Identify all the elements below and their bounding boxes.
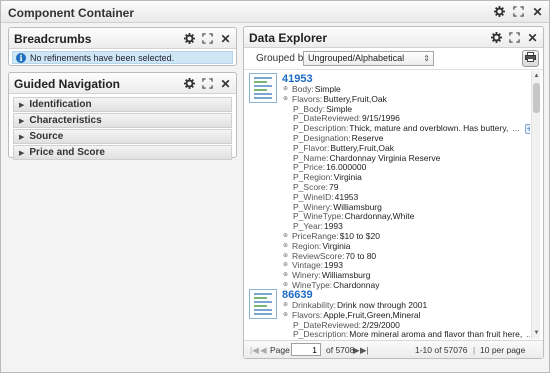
- pin-icon[interactable]: ⊕: [282, 312, 289, 319]
- select-arrow-icon: ⇕: [423, 54, 430, 63]
- data-explorer-title: Data Explorer: [249, 31, 328, 45]
- maximize-icon[interactable]: [200, 76, 215, 91]
- gear-icon[interactable]: [182, 76, 197, 91]
- pin-icon[interactable]: ⊕: [282, 96, 289, 103]
- guided-navigation-header: Guided Navigation ✕: [9, 73, 236, 94]
- data-explorer-toolbar: Grouped by: Ungrouped/Alphabetical ⇕: [244, 48, 543, 70]
- attribute-value: Chardonnay,White: [344, 211, 415, 222]
- grouped-by-value: Ungrouped/Alphabetical: [308, 53, 405, 63]
- guided-navigation-list: ▶ Identification ▶ Characteristics ▶ Sou…: [13, 97, 232, 161]
- printer-icon: [525, 52, 536, 65]
- breadcrumbs-portlet: Breadcrumbs ✕ i No refinements have been…: [8, 27, 237, 66]
- record-item: 86639 ⊕ Drinkability: Drink now through 20…: [246, 289, 530, 339]
- last-page-icon[interactable]: ▶|: [360, 345, 369, 356]
- container-header: Component Container ✕: [1, 1, 549, 23]
- nav-item-identification[interactable]: ▶ Identification: [13, 97, 232, 112]
- scroll-down-icon[interactable]: ▼: [532, 329, 541, 338]
- pin-icon[interactable]: ⊕: [282, 302, 289, 309]
- gear-icon[interactable]: [492, 4, 507, 19]
- close-icon[interactable]: ✕: [530, 4, 545, 19]
- data-explorer-portlet: Data Explorer ✕ Grouped by: Ungrouped/Al…: [243, 26, 544, 359]
- nav-item-source[interactable]: ▶ Source: [13, 129, 232, 144]
- result-range: 1-10 of 57076: [415, 345, 468, 355]
- pin-icon[interactable]: ⊕: [282, 86, 289, 93]
- expand-arrow-icon: ▶: [19, 117, 25, 125]
- attribute-row: P_Description: More mineral aroma and fla…: [282, 329, 530, 339]
- results-list: 41953 ⊕ Body: Simple ⊕ Flavors: Buttery,Frui…: [246, 71, 530, 339]
- nav-item-label: Characteristics: [29, 115, 102, 126]
- expand-description-button[interactable]: +: [525, 124, 530, 135]
- breadcrumbs-header-icons: ✕: [182, 31, 233, 46]
- record-attributes: ⊕ Body: Simple ⊕ Flavors: Buttery,Fruit,Oak …: [282, 84, 530, 291]
- breadcrumbs-message: No refinements have been selected.: [30, 52, 175, 63]
- breadcrumbs-info-message: i No refinements have been selected.: [12, 51, 233, 64]
- results-scrollbar[interactable]: ▲ ▼: [531, 71, 540, 339]
- attribute-value: More mineral aroma and flavor than fruit…: [349, 329, 523, 339]
- container-title: Component Container: [8, 6, 134, 20]
- container-header-icons: ✕: [492, 4, 545, 19]
- pin-icon[interactable]: ⊕: [282, 262, 289, 270]
- guided-navigation-header-icons: ✕: [182, 76, 233, 91]
- pagination-bar: |◀ ◀ Page of 5708 ▶ ▶| 1-10 of 57076 | 1…: [244, 340, 543, 358]
- component-container: Component Container ✕ Breadcrumbs ✕ i No…: [0, 0, 550, 373]
- first-page-icon[interactable]: |◀: [250, 345, 259, 356]
- guided-navigation-title: Guided Navigation: [14, 77, 121, 91]
- scroll-up-icon[interactable]: ▲: [532, 72, 541, 81]
- ellipsis: ...: [512, 123, 520, 134]
- record-item: 41953 ⊕ Body: Simple ⊕ Flavors: Buttery,Frui…: [246, 73, 530, 290]
- grouped-by-select[interactable]: Ungrouped/Alphabetical ⇕: [303, 51, 434, 66]
- attribute-key: P_Description:: [293, 329, 349, 339]
- gear-icon[interactable]: [182, 31, 197, 46]
- data-explorer-header: Data Explorer ✕: [244, 27, 543, 48]
- pin-icon[interactable]: ⊕: [282, 233, 289, 240]
- nav-item-label: Identification: [29, 99, 92, 110]
- expand-arrow-icon: ▶: [19, 133, 25, 141]
- page-label: Page: [270, 345, 290, 355]
- attribute-value: 70 to 80: [345, 250, 377, 261]
- guided-navigation-portlet: Guided Navigation ✕ ▶ Identification ▶ C…: [8, 72, 237, 161]
- close-icon[interactable]: ✕: [218, 31, 233, 46]
- nav-item-characteristics[interactable]: ▶ Characteristics: [13, 113, 232, 128]
- nav-item-label: Price and Score: [29, 147, 105, 158]
- page-count: of 5708: [326, 345, 355, 355]
- pin-icon[interactable]: ⊕: [282, 272, 289, 280]
- pager-separator: |: [473, 345, 476, 355]
- close-icon[interactable]: ✕: [218, 76, 233, 91]
- record-attributes: ⊕ Drinkability: Drink now through 2001 ⊕ Fl…: [282, 300, 530, 339]
- page-number-input[interactable]: [291, 343, 321, 356]
- ellipsis: ...: [526, 329, 530, 339]
- record-thumbnail[interactable]: [249, 73, 277, 103]
- maximize-icon[interactable]: [200, 31, 215, 46]
- gear-icon[interactable]: [489, 30, 504, 45]
- data-explorer-header-icons: ✕: [489, 30, 540, 45]
- next-page-icon[interactable]: ▶: [353, 345, 360, 356]
- previous-page-icon[interactable]: ◀: [260, 345, 267, 356]
- info-icon: i: [16, 52, 26, 63]
- close-icon[interactable]: ✕: [525, 30, 540, 45]
- expand-arrow-icon: ▶: [19, 101, 25, 109]
- maximize-icon[interactable]: [507, 30, 522, 45]
- breadcrumbs-header: Breadcrumbs ✕: [9, 28, 236, 49]
- per-page-label[interactable]: 10 per page: [480, 345, 525, 355]
- nav-item-label: Source: [29, 131, 64, 142]
- maximize-icon[interactable]: [511, 4, 526, 19]
- pin-icon[interactable]: ⊕: [282, 243, 289, 250]
- print-button[interactable]: [522, 50, 539, 67]
- record-thumbnail[interactable]: [249, 289, 277, 319]
- expand-arrow-icon: ▶: [19, 149, 25, 157]
- nav-item-price-and-score[interactable]: ▶ Price and Score: [13, 145, 232, 160]
- pin-icon[interactable]: ⊕: [282, 253, 289, 260]
- scrollbar-thumb[interactable]: [533, 83, 540, 113]
- breadcrumbs-title: Breadcrumbs: [14, 32, 92, 46]
